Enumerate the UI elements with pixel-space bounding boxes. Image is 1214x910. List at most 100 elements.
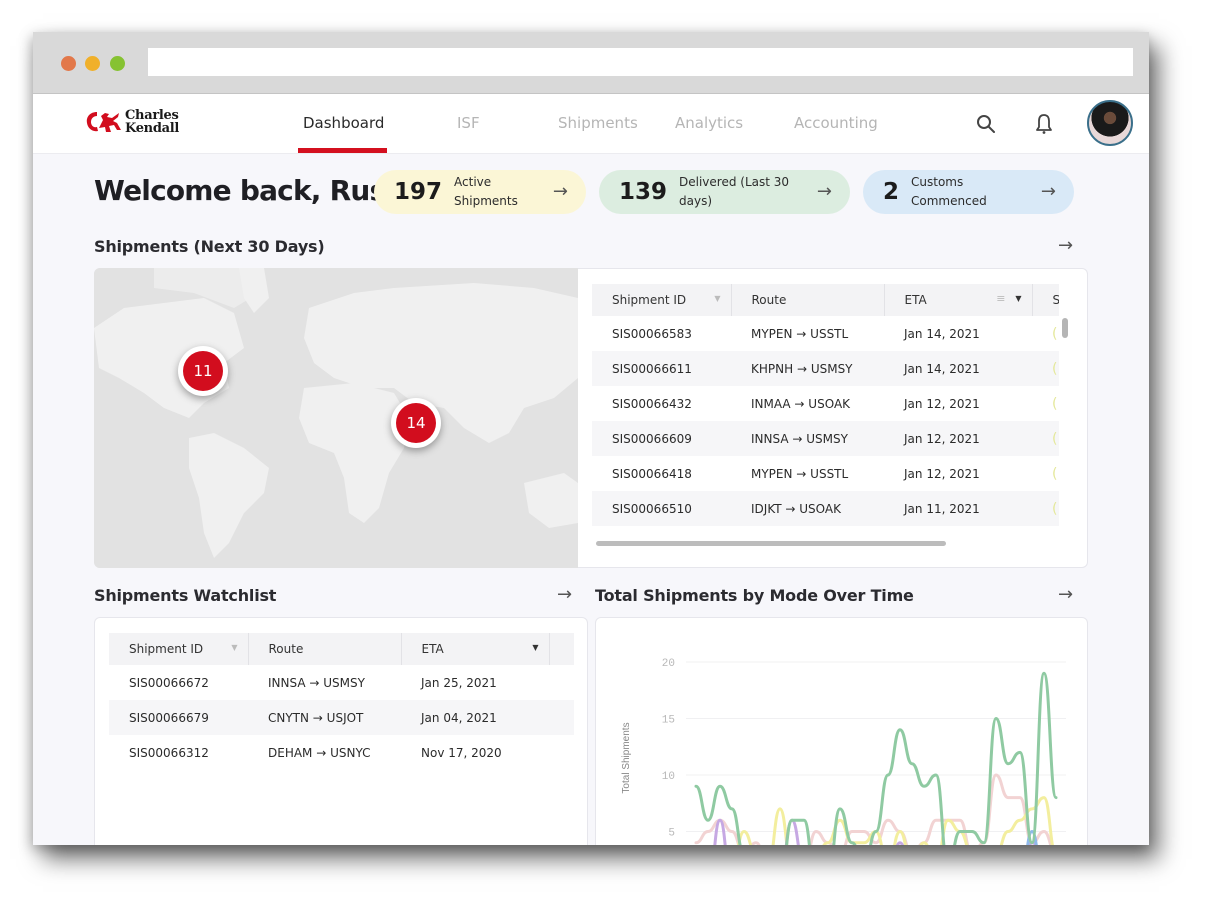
status-progress-icon: ( bbox=[1052, 500, 1058, 517]
kpi-label: Active Shipments bbox=[454, 175, 518, 208]
cell-status: ( bbox=[1032, 386, 1059, 421]
column-label: S bbox=[1052, 293, 1060, 307]
table-horizontal-scrollbar[interactable] bbox=[596, 541, 946, 546]
table-vertical-scrollbar[interactable] bbox=[1062, 318, 1068, 338]
series-line-mode-c[interactable] bbox=[696, 796, 1056, 845]
top-navigation: Charles Kendall Dashboard ISF Shipments … bbox=[33, 94, 1149, 154]
cell-shipment-id[interactable]: SIS00066609 bbox=[592, 421, 731, 456]
cell-status bbox=[549, 700, 574, 735]
greenland-land bbox=[239, 268, 269, 313]
bell-icon[interactable] bbox=[1032, 112, 1056, 136]
chart-section-arrow-icon[interactable]: → bbox=[1058, 584, 1073, 605]
cell-eta: Jan 04, 2021 bbox=[401, 700, 549, 735]
minimize-window-button[interactable] bbox=[85, 56, 100, 71]
cell-route: MYPEN → USSTL bbox=[751, 326, 849, 341]
watchlist-title: Shipments Watchlist bbox=[94, 586, 277, 605]
kpi-customs-commenced[interactable]: 2 Customs Commenced → bbox=[863, 170, 1074, 214]
cell-shipment-id[interactable]: SIS00066672 bbox=[109, 665, 248, 700]
marker-count: 14 bbox=[396, 403, 436, 443]
status-progress-icon: ( bbox=[1052, 325, 1058, 342]
browser-chrome bbox=[33, 32, 1149, 94]
user-avatar[interactable] bbox=[1087, 100, 1133, 146]
column-header-route[interactable]: Route bbox=[248, 633, 402, 665]
screenshot-stage: Charles Kendall Dashboard ISF Shipments … bbox=[0, 0, 1214, 910]
cell-shipment-id[interactable]: SIS00066418 bbox=[592, 456, 731, 491]
maximize-window-button[interactable] bbox=[110, 56, 125, 71]
cell-eta: Jan 11, 2021 bbox=[884, 491, 1032, 526]
australia-land bbox=[524, 473, 578, 528]
table-row[interactable]: SIS00066679 CNYTN → USJOT Jan 04, 2021 bbox=[109, 700, 574, 735]
brand-logo[interactable]: Charles Kendall bbox=[85, 108, 179, 136]
cell-route: INNSA → USMSY bbox=[731, 421, 884, 456]
cell-shipment-id[interactable]: SIS00066510 bbox=[592, 491, 731, 526]
cell-route: IDJKT → USOAK bbox=[731, 491, 884, 526]
series-line-mode-a[interactable] bbox=[694, 671, 1058, 845]
kpi-delivered[interactable]: 139 Delivered (Last 30 days) → bbox=[599, 170, 850, 214]
table-row[interactable]: SIS00066672 INNSA → USMSY Jan 25, 2021 bbox=[109, 665, 574, 700]
watchlist-arrow-icon[interactable]: → bbox=[557, 584, 572, 605]
sort-desc-icon[interactable]: ▼ bbox=[1015, 294, 1021, 303]
cell-shipment-id[interactable]: SIS00066312 bbox=[109, 735, 248, 770]
address-bar[interactable] bbox=[148, 48, 1133, 76]
cell-shipment-id[interactable]: SIS00066583 bbox=[592, 316, 731, 351]
tab-analytics[interactable]: Analytics bbox=[675, 114, 743, 132]
column-header-shipment-id[interactable]: Shipment ID ▼ bbox=[592, 284, 732, 316]
sort-icon[interactable]: ▼ bbox=[714, 294, 720, 303]
tab-isf[interactable]: ISF bbox=[457, 114, 480, 132]
south-america-land bbox=[189, 433, 269, 558]
marker-count: 11 bbox=[183, 351, 223, 391]
tab-dashboard[interactable]: Dashboard bbox=[303, 114, 384, 132]
column-header-eta[interactable]: ETA ▼ bbox=[401, 633, 550, 665]
search-icon[interactable] bbox=[974, 112, 998, 136]
cell-status: ( bbox=[1032, 351, 1059, 386]
map-marker-north-america[interactable]: 11 bbox=[178, 346, 228, 396]
map-marker-africa[interactable]: 14 bbox=[391, 398, 441, 448]
tab-accounting[interactable]: Accounting bbox=[794, 114, 878, 132]
cell-eta: Nov 17, 2020 bbox=[421, 745, 502, 760]
column-header-shipment-id[interactable]: Shipment ID ▼ bbox=[109, 633, 249, 665]
cell-shipment-id[interactable]: SIS00066611 bbox=[592, 351, 731, 386]
column-label: ETA bbox=[421, 642, 444, 656]
status-progress-icon: ( bbox=[1052, 430, 1058, 447]
series-line-mode-b[interactable] bbox=[694, 773, 1056, 845]
brand-name: Charles Kendall bbox=[125, 109, 179, 135]
filter-icon[interactable]: ≡ bbox=[996, 292, 1005, 305]
sort-desc-icon[interactable]: ▼ bbox=[532, 643, 538, 652]
shipments-map[interactable]: 11 14 bbox=[94, 268, 578, 568]
column-header-status[interactable]: S bbox=[1032, 284, 1059, 316]
table-row[interactable]: SIS00066583 MYPEN → USSTL Jan 14, 2021 ( bbox=[592, 316, 1059, 351]
watchlist-table-wrap: Shipment ID ▼ Route ETA ▼ SIS00066672 INNSA… bbox=[109, 633, 574, 773]
cell-shipment-id[interactable]: SIS00066679 bbox=[109, 700, 248, 735]
cell-eta: Jan 12, 2021 bbox=[884, 421, 1032, 456]
upcoming-shipments-arrow-icon[interactable]: → bbox=[1058, 235, 1073, 256]
sort-icon[interactable]: ▼ bbox=[231, 643, 237, 652]
y-tick-label: 20 bbox=[662, 658, 675, 670]
column-header-status[interactable] bbox=[549, 633, 574, 665]
cell-status bbox=[549, 665, 574, 700]
table-row[interactable]: SIS00066510 IDJKT → USOAK Jan 11, 2021 ( bbox=[592, 491, 1059, 526]
cell-shipment-id[interactable]: SIS00066432 bbox=[592, 386, 731, 421]
table-row[interactable]: SIS00066312 DEHAM → USNYC Nov 17, 2020 bbox=[109, 735, 574, 770]
y-axis-label: Total Shipments bbox=[621, 722, 632, 793]
column-header-route[interactable]: Route bbox=[731, 284, 885, 316]
close-window-button[interactable] bbox=[61, 56, 76, 71]
cell-status: ( bbox=[1032, 316, 1059, 351]
table-row[interactable]: SIS00066432 INMAA → USOAK Jan 12, 2021 ( bbox=[592, 386, 1059, 421]
lion-logo-icon bbox=[86, 112, 121, 132]
brand-name-line2: Kendall bbox=[125, 121, 180, 136]
africa-land bbox=[299, 383, 409, 523]
upcoming-shipments-table-wrap: Shipment ID ▼ Route ETA ≡ ▼ S SIS00066583 MY… bbox=[592, 284, 1059, 542]
column-header-eta[interactable]: ETA ≡ ▼ bbox=[884, 284, 1033, 316]
kpi-active-shipments[interactable]: 197 Active Shipments → bbox=[374, 170, 586, 214]
cell-route: KHPNH → USMSY bbox=[731, 351, 884, 386]
status-progress-icon: ( bbox=[1052, 360, 1058, 377]
table-row[interactable]: SIS00066609 INNSA → USMSY Jan 12, 2021 ( bbox=[592, 421, 1059, 456]
table-row[interactable]: SIS00066418 MYPEN → USSTL Jan 12, 2021 ( bbox=[592, 456, 1059, 491]
cell-route: INNSA → USMSY bbox=[268, 675, 365, 690]
table-header-row: Shipment ID ▼ Route ETA ≡ ▼ S bbox=[592, 284, 1059, 316]
table-row[interactable]: SIS00066611 KHPNH → USMSY Jan 14, 2021 ( bbox=[592, 351, 1059, 386]
y-tick-label: 15 bbox=[662, 715, 675, 727]
kpi-value: 197 bbox=[394, 179, 443, 205]
tab-shipments[interactable]: Shipments bbox=[558, 114, 638, 132]
cell-route: CNYTN → USJOT bbox=[248, 700, 401, 735]
